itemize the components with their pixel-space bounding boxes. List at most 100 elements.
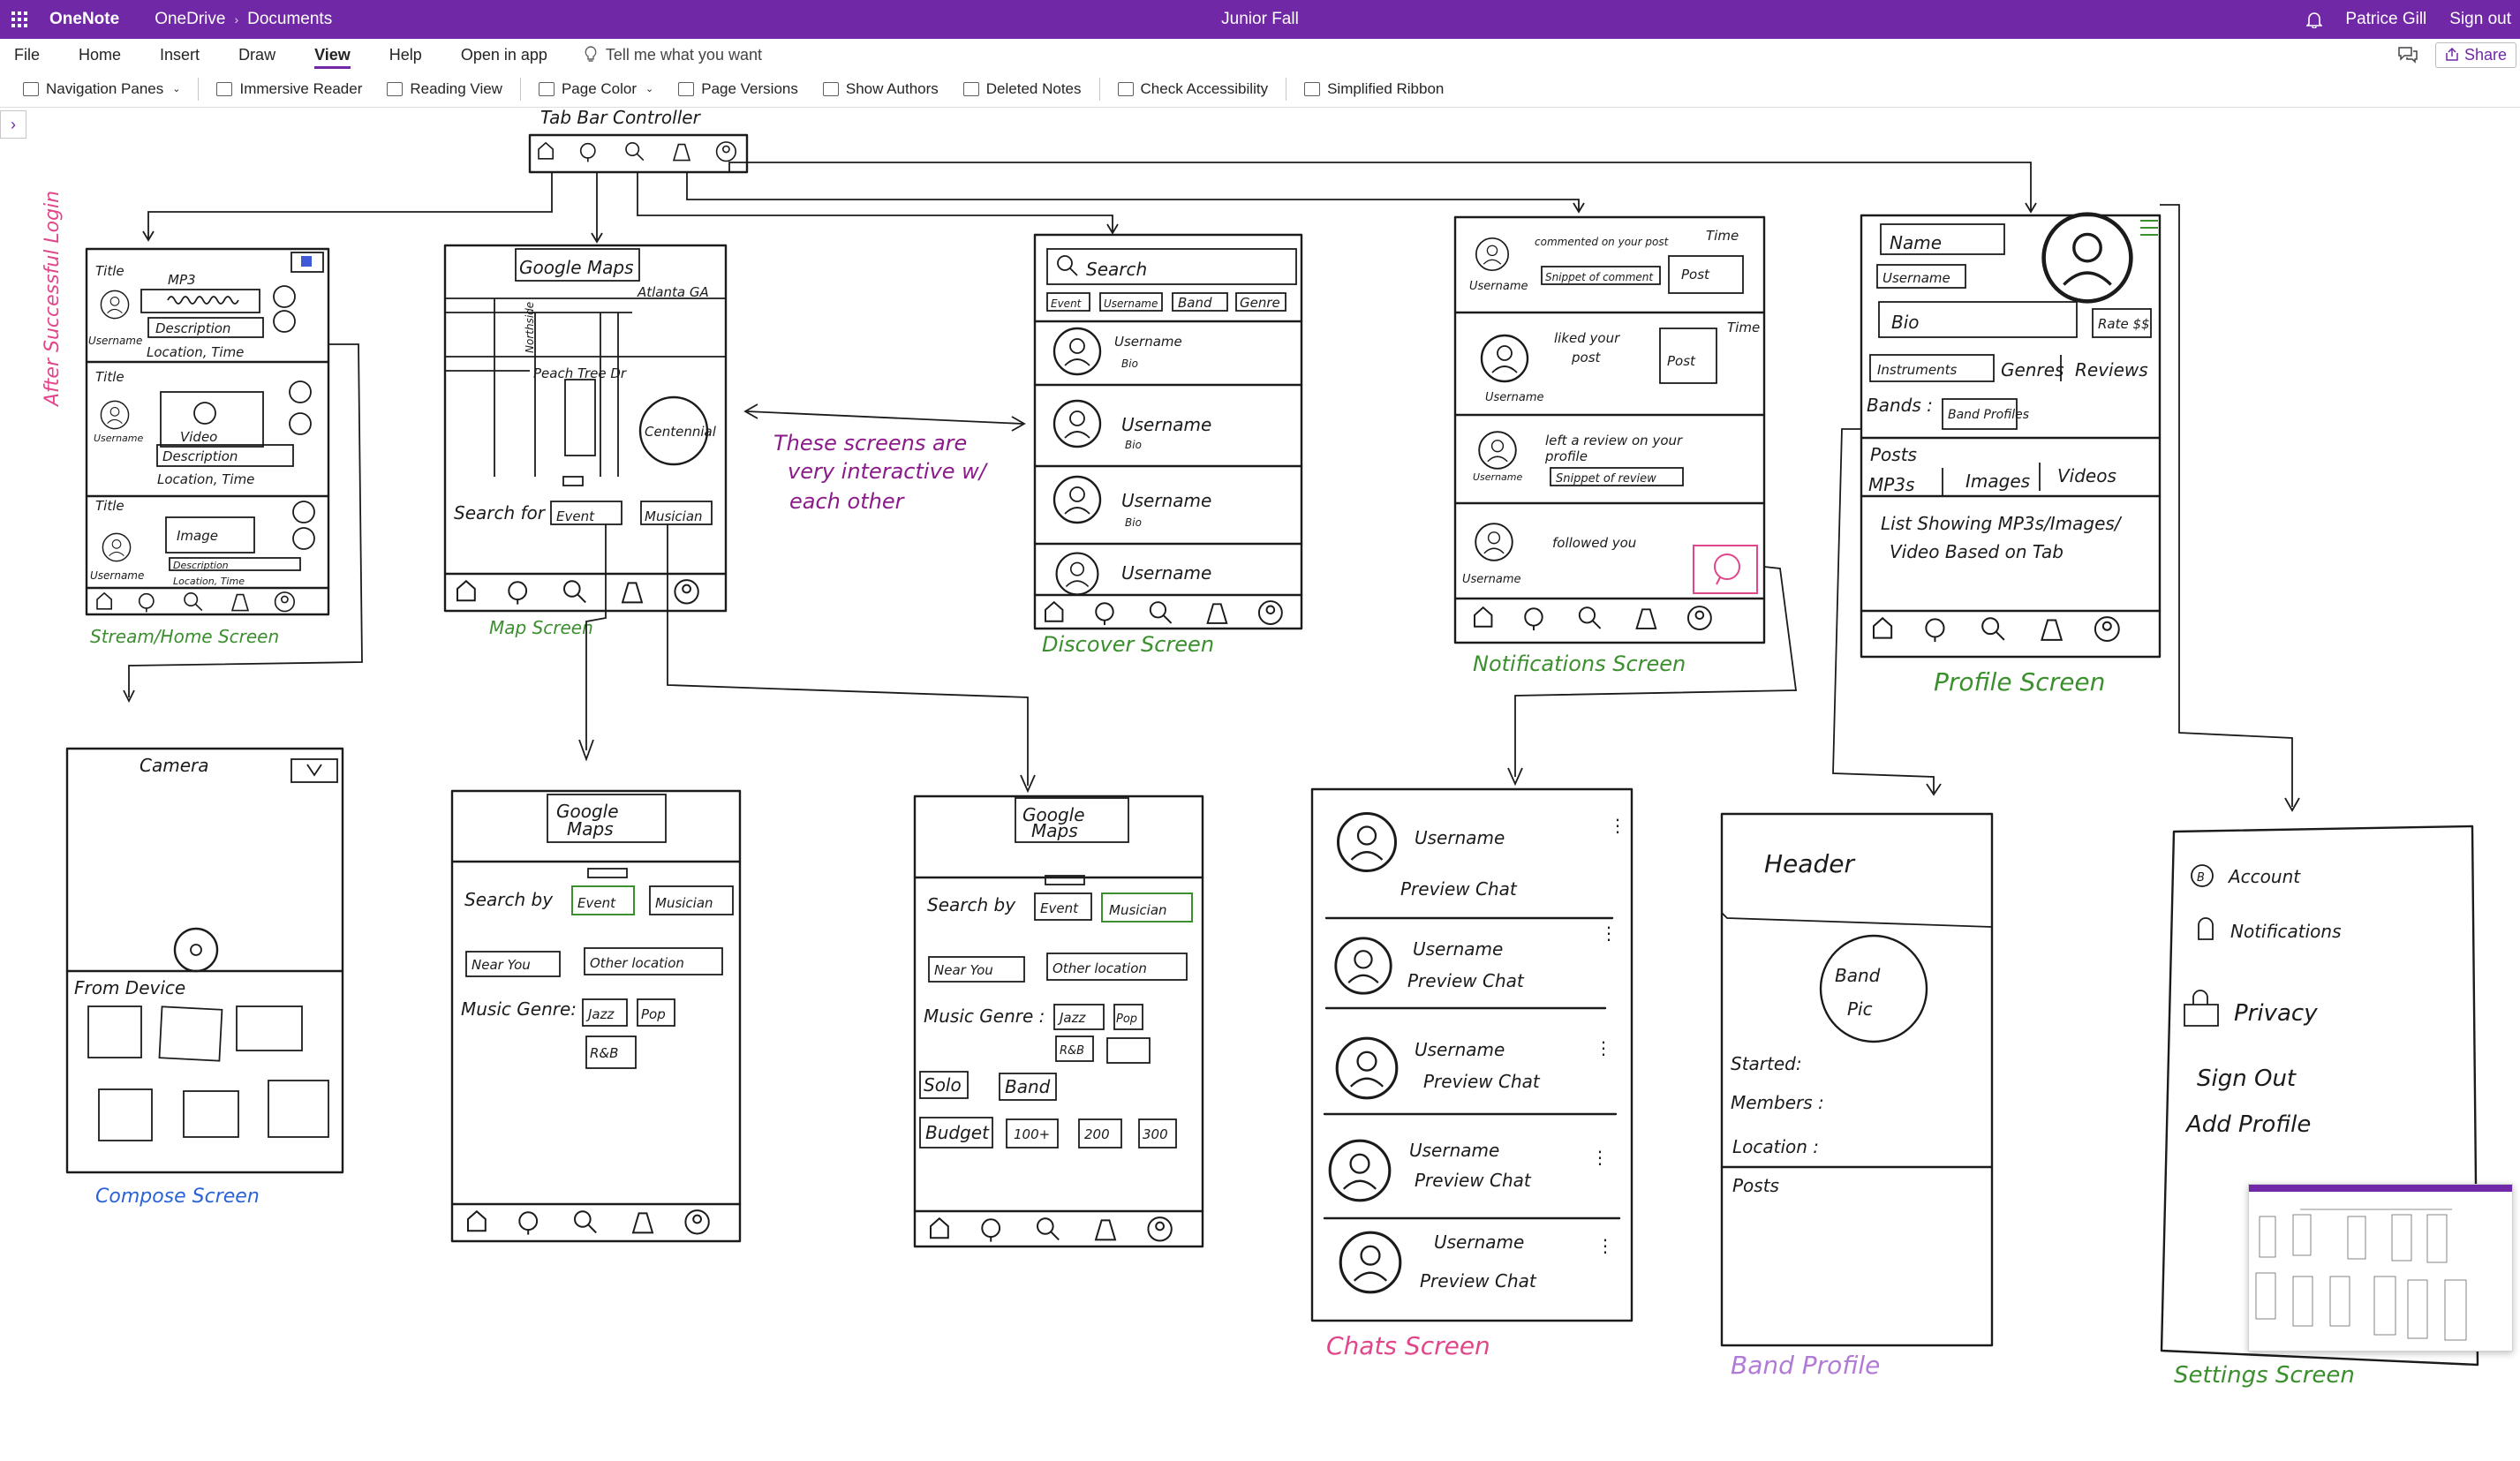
compose-screen-sketch: Camera From Device Compose Screen	[65, 747, 344, 1208]
chat-username-3: Username	[1415, 1039, 1505, 1060]
settings-sign-out[interactable]: Sign Out	[2197, 1066, 2297, 1092]
map-google-maps: Google Maps	[519, 257, 634, 278]
profile-bio: Bio	[1891, 312, 1920, 333]
mse-rnb: R&B	[590, 1045, 618, 1061]
band-pic-2: Pic	[1847, 998, 1873, 1020]
page-minimap[interactable]	[2248, 1184, 2513, 1352]
band-members: Members :	[1731, 1092, 1824, 1113]
stream-mp3: MP3	[168, 272, 196, 288]
profile-caption: Profile Screen	[1934, 667, 2105, 697]
chat-preview-3: Preview Chat	[1423, 1071, 1541, 1092]
map-musician: Musician	[645, 508, 703, 524]
stream-title-1: Title	[95, 263, 124, 279]
discover-username-3: Username	[1121, 490, 1211, 511]
stream-username-1: Username	[88, 335, 142, 347]
stream-description-2: Description	[162, 448, 238, 464]
profile-posts: Posts	[1870, 444, 1917, 465]
notif-review-1: left a review on your	[1545, 433, 1683, 448]
band-started: Started:	[1731, 1053, 1802, 1074]
notif-username-2: Username	[1485, 391, 1544, 404]
band-profile-caption: Band Profile	[1731, 1351, 1880, 1380]
tab-bar-controller	[528, 133, 749, 174]
mse-pop: Pop	[641, 1006, 666, 1022]
mse-musician: Musician	[655, 895, 713, 911]
discover-username-2: Username	[1121, 414, 1211, 435]
tab-bar-controller-label: Tab Bar Controller	[540, 107, 702, 128]
settings-notifications: Notifications	[2230, 921, 2342, 942]
notif-liked-2: post	[1571, 350, 1602, 365]
chat-more-icon-4[interactable]: ⋮	[1591, 1147, 1609, 1168]
chat-more-icon-5[interactable]: ⋮	[1596, 1235, 1614, 1256]
profile-name: Name	[1890, 232, 1942, 253]
mse-maps: Maps	[567, 818, 614, 840]
interactive-note-2: very interactive w/	[788, 459, 989, 484]
compose-camera: Camera	[140, 755, 209, 776]
profile-mp3s: MP3s	[1868, 474, 1914, 495]
stream-video: Video	[180, 429, 217, 445]
discover-username-4: Username	[1121, 562, 1211, 584]
band-profile-sketch: Header Band Pic Started: Members : Locat…	[1720, 812, 1994, 1380]
chat-username-2: Username	[1413, 938, 1503, 960]
mse-jazz: Jazz	[585, 1006, 615, 1022]
chat-username-5: Username	[1434, 1231, 1524, 1253]
stream-location-1: Location, Time	[147, 344, 244, 360]
profile-rate: Rate $$	[2098, 316, 2150, 332]
notif-post-2: Post	[1667, 353, 1696, 369]
mse-near-you: Near You	[472, 957, 531, 973]
stream-caption: Stream/Home Screen	[90, 626, 279, 647]
msm-budget-100: 100+	[1014, 1126, 1050, 1142]
map-search-for: Search for	[454, 502, 547, 523]
notifications-screen-sketch: Username commented on your post Snippet …	[1453, 215, 1798, 787]
chat-more-icon-2[interactable]: ⋮	[1600, 923, 1618, 944]
profile-list-note-1: List Showing MP3s/Images/	[1881, 513, 2123, 534]
profile-videos: Videos	[2057, 465, 2116, 486]
chat-more-icon-1[interactable]: ⋮	[1609, 815, 1626, 836]
minimap-titlebar	[2249, 1185, 2512, 1192]
mse-event: Event	[577, 895, 616, 911]
map-northside: Northside	[524, 302, 536, 353]
chats-screen-sketch: Username Preview Chat ⋮ Username Preview…	[1310, 787, 1633, 1360]
discover-username-1: Username	[1114, 334, 1182, 350]
discover-bio-1: Bio	[1121, 358, 1138, 370]
notif-post-1: Post	[1681, 267, 1710, 282]
map-screen-sketch: Google Maps Atlanta GA Peach Tree Dr Nor…	[443, 244, 1036, 794]
msm-solo: Solo	[924, 1074, 962, 1096]
compose-caption: Compose Screen	[95, 1186, 260, 1208]
profile-tab-instruments: Instruments	[1877, 362, 1958, 378]
stream-title-3: Title	[95, 498, 124, 514]
discover-bio-2: Bio	[1125, 439, 1142, 451]
msm-jazz: Jazz	[1057, 1010, 1086, 1026]
notif-username-3: Username	[1473, 471, 1523, 483]
profile-bands: Bands :	[1867, 395, 1933, 416]
bell-icon	[2198, 917, 2214, 940]
msm-budget-300: 300	[1143, 1126, 1168, 1142]
mse-other-location: Other location	[590, 955, 684, 971]
notif-followed: followed you	[1552, 535, 1636, 551]
discover-screen-sketch: Search Event Username Band Genre Usernam…	[1033, 233, 1303, 657]
map-search-musician-sketch: Google Maps Search by Event Musician Nea…	[913, 795, 1204, 1248]
notif-commented: commented on your post	[1535, 236, 1670, 248]
settings-account: Account	[2227, 866, 2301, 887]
msm-event: Event	[1040, 900, 1079, 916]
after-login-label: After Successful Login	[41, 191, 64, 408]
discover-search: Search	[1086, 259, 1147, 280]
stream-description-1: Description	[155, 320, 230, 336]
stream-title-2: Title	[95, 369, 124, 385]
profile-band-profiles: Band Profiles	[1948, 408, 2029, 422]
discover-filter-genre: Genre	[1240, 295, 1280, 311]
band-header: Header	[1764, 849, 1855, 878]
chats-caption: Chats Screen	[1326, 1331, 1490, 1360]
notif-username-1: Username	[1469, 280, 1528, 293]
interactive-note-1: These screens are	[773, 431, 967, 456]
settings-caption: Settings Screen	[2174, 1362, 2355, 1389]
notif-time-2: Time	[1727, 320, 1760, 335]
msm-search-by: Search by	[927, 894, 1016, 915]
profile-tab-reviews: Reviews	[2075, 359, 2148, 380]
notif-username-4: Username	[1462, 573, 1521, 586]
msm-rnb: R&B	[1060, 1044, 1084, 1058]
profile-screen-sketch: Name Username Bio Rate $$ Instruments Ge…	[1832, 204, 2300, 812]
interactive-note-3: each other	[789, 489, 906, 514]
settings-add-profile[interactable]: Add Profile	[2184, 1111, 2311, 1138]
chat-more-icon-3[interactable]: ⋮	[1595, 1037, 1612, 1058]
chat-preview-1: Preview Chat	[1400, 878, 1518, 900]
